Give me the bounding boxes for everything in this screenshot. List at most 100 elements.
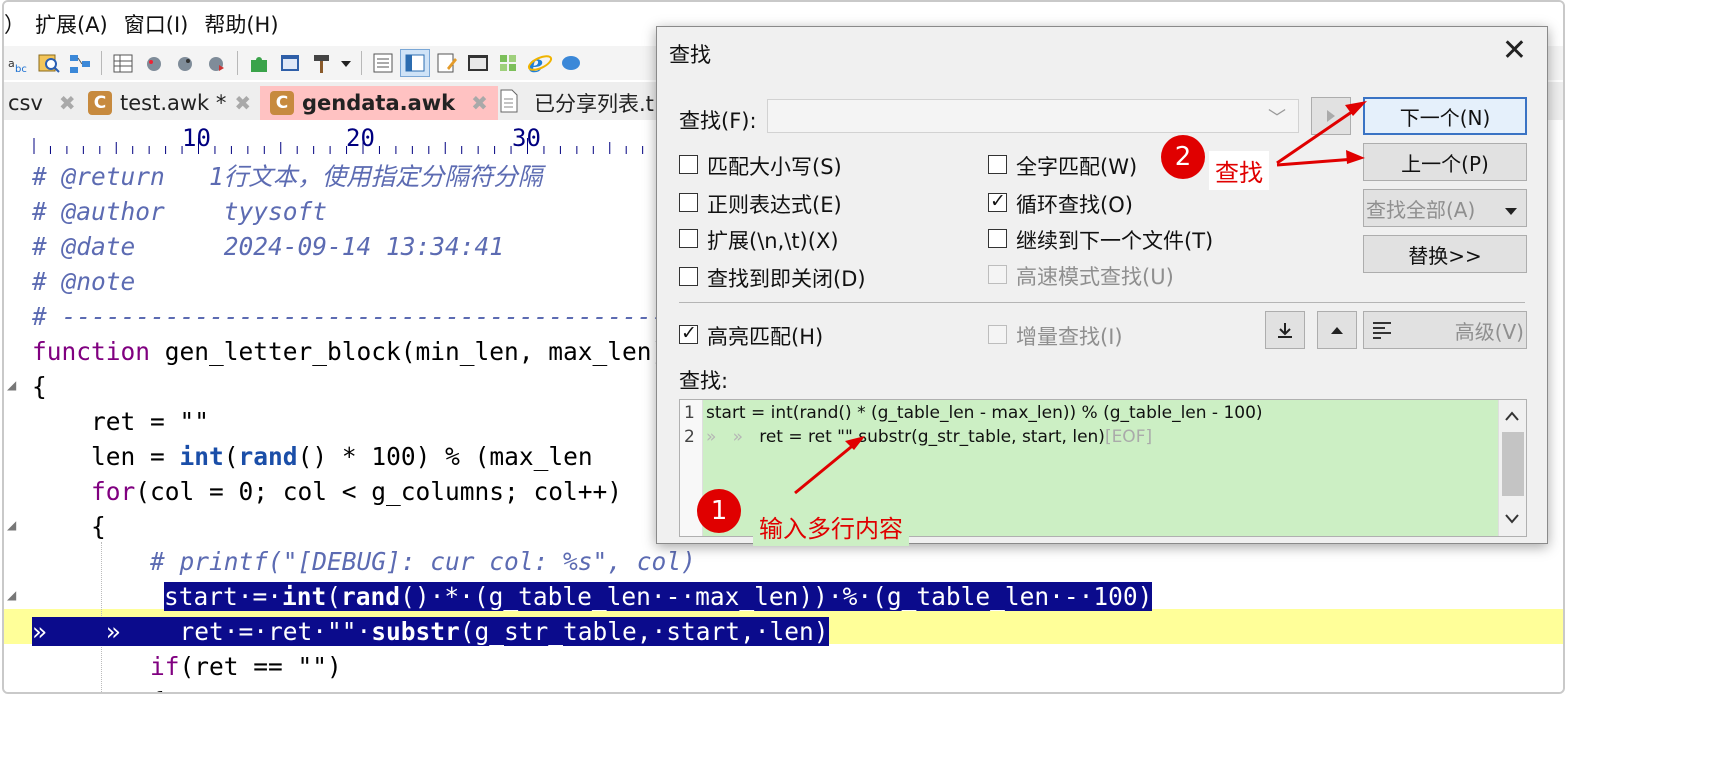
match-case-label: 匹配大小写(S) bbox=[707, 155, 842, 179]
annotation-note-2: 查找 bbox=[1209, 151, 1269, 190]
editor-window: ） 扩展(A) 窗口(I) 帮助(H) a bc e csv ✖ C test.… bbox=[2, 0, 1565, 694]
tree-icon[interactable] bbox=[66, 50, 94, 76]
bug-icon[interactable] bbox=[140, 50, 168, 76]
wrap-checkbox[interactable] bbox=[988, 190, 1007, 212]
close-icon[interactable]: ✕ bbox=[1502, 33, 1527, 68]
abc-icon[interactable]: a bc bbox=[4, 50, 32, 76]
whole-word-label: 全字匹配(W) bbox=[1016, 155, 1138, 179]
puzzle-icon[interactable] bbox=[245, 50, 273, 76]
close-icon[interactable]: ✖ bbox=[59, 91, 76, 115]
code-line-selected: » » ret·=·ret·""·substr(g_str_table,·sta… bbox=[4, 614, 1563, 649]
selection: » » ret·=·ret·""·substr(g_str_table,·sta… bbox=[32, 617, 829, 646]
find-dialog: 查找 ✕ 查找(F): ﹀ 下一个(N) 上一个(P) 查找全部(A) 替换>>… bbox=[656, 26, 1548, 546]
c-file-icon: C bbox=[270, 91, 294, 115]
svg-text:a: a bbox=[8, 57, 15, 70]
tab-gendata-awk[interactable]: C gendata.awk ✖ bbox=[260, 86, 498, 120]
wrap-label: 循环查找(O) bbox=[1016, 193, 1133, 217]
tab-shared-list[interactable]: 已分享列表.t bbox=[500, 86, 654, 120]
chevron-up-icon[interactable] bbox=[1505, 406, 1519, 425]
chevron-down-icon[interactable] bbox=[1504, 199, 1518, 223]
line-number: 1 bbox=[684, 403, 695, 423]
menu-item-window[interactable]: 窗口(I) bbox=[124, 9, 189, 39]
chevron-down-icon[interactable]: ﹀ bbox=[1268, 104, 1286, 130]
menu-item-prev[interactable]: ） bbox=[4, 9, 25, 39]
multiline-label: 查找: bbox=[679, 369, 729, 393]
align-icon bbox=[1372, 320, 1394, 345]
tab-label: 已分享列表.t bbox=[534, 92, 654, 116]
find-label: 查找(F): bbox=[679, 109, 757, 133]
close-on-find-checkbox[interactable] bbox=[679, 267, 698, 286]
highlight-checkbox[interactable] bbox=[679, 322, 698, 344]
find-file-icon[interactable] bbox=[35, 50, 63, 76]
next-file-checkbox[interactable] bbox=[988, 229, 1007, 248]
c-file-icon: C bbox=[88, 91, 112, 115]
close-on-find-label: 查找到即关闭(D) bbox=[707, 267, 866, 291]
menu-item-help[interactable]: 帮助(H) bbox=[204, 9, 278, 39]
bug-run-icon[interactable] bbox=[202, 50, 230, 76]
advanced-button[interactable]: 高级(V) bbox=[1363, 311, 1527, 349]
vertical-scrollbar[interactable] bbox=[1498, 400, 1526, 536]
ruler-ticks bbox=[33, 138, 660, 154]
ruler-label-10: 10 bbox=[182, 124, 211, 152]
console-icon[interactable] bbox=[464, 50, 492, 76]
fast-mode-checkbox[interactable] bbox=[988, 265, 1007, 284]
menu-item-extensions[interactable]: 扩展(A) bbox=[35, 9, 108, 39]
scrollbar-thumb[interactable] bbox=[1502, 432, 1524, 496]
annotation-note-1: 输入多行内容 bbox=[753, 507, 909, 546]
replace-toggle-button[interactable]: 替换>> bbox=[1363, 235, 1527, 273]
tab-csv[interactable]: csv ✖ bbox=[8, 86, 76, 120]
dropdown-arrow-icon[interactable] bbox=[338, 50, 354, 76]
svg-text:bc: bc bbox=[15, 64, 27, 74]
download-icon[interactable] bbox=[1265, 311, 1305, 349]
highlight-label: 高亮匹配(H) bbox=[707, 325, 824, 349]
tab-label: gendata.awk bbox=[302, 91, 456, 115]
divider bbox=[679, 302, 1525, 303]
hammer-icon[interactable] bbox=[307, 50, 335, 76]
document-icon bbox=[500, 89, 518, 118]
chat-icon[interactable] bbox=[557, 50, 585, 76]
annotation-badge-2: 2 bbox=[1161, 135, 1205, 179]
regex-label: 正则表达式(E) bbox=[707, 193, 842, 217]
find-all-button[interactable]: 查找全部(A) bbox=[1363, 189, 1527, 227]
window-icon[interactable] bbox=[276, 50, 304, 76]
find-next-button[interactable]: 下一个(N) bbox=[1363, 97, 1527, 135]
ruler-label-20: 20 bbox=[346, 124, 375, 152]
grid-green-icon[interactable] bbox=[495, 50, 523, 76]
find-prev-button[interactable]: 上一个(P) bbox=[1363, 143, 1527, 181]
bug-step-icon[interactable] bbox=[171, 50, 199, 76]
tab-label: test.awk * bbox=[120, 91, 227, 115]
dialog-title: 查找 bbox=[669, 43, 711, 67]
incremental-label: 增量查找(I) bbox=[1016, 325, 1123, 349]
whole-word-checkbox[interactable] bbox=[988, 155, 1007, 174]
regex-checkbox[interactable] bbox=[679, 193, 698, 212]
annotation-badge-1: 1 bbox=[697, 489, 741, 533]
grid-icon[interactable] bbox=[109, 50, 137, 76]
find-history-button[interactable] bbox=[1311, 97, 1351, 135]
fast-mode-label: 高速模式查找(U) bbox=[1016, 265, 1174, 289]
incremental-checkbox[interactable] bbox=[988, 325, 1007, 344]
tab-label: csv bbox=[8, 91, 43, 115]
collapse-up-icon[interactable] bbox=[1317, 311, 1357, 349]
list-icon[interactable] bbox=[369, 50, 397, 76]
close-icon[interactable]: ✖ bbox=[234, 91, 251, 115]
find-input[interactable]: ﹀ bbox=[767, 99, 1299, 133]
code-line: # printf("[DEBUG]: cur col: %s", col) bbox=[32, 547, 696, 576]
toolbar-separator bbox=[237, 51, 238, 75]
ruler-label-30: 30 bbox=[512, 124, 541, 152]
multiline-text-line: » » ret = ret "" substr(g_str_table, sta… bbox=[706, 427, 1153, 447]
selection: start·=·int(rand()·*·(g_table_len·-·max_… bbox=[164, 582, 1153, 611]
code-line-selected: start·=·int(rand()·*·(g_table_len·-·max_… bbox=[4, 579, 1563, 614]
close-icon[interactable]: ✖ bbox=[471, 91, 488, 115]
panel-icon[interactable] bbox=[400, 49, 430, 77]
edit-icon[interactable] bbox=[433, 50, 461, 76]
tab-test-awk[interactable]: C test.awk * ✖ bbox=[88, 86, 251, 120]
chevron-down-icon[interactable] bbox=[1505, 509, 1519, 528]
code-line: if(ret == "") bbox=[150, 652, 342, 681]
toolbar-separator bbox=[101, 51, 102, 75]
ie-icon[interactable]: e bbox=[526, 50, 554, 76]
match-case-checkbox[interactable] bbox=[679, 155, 698, 174]
extended-checkbox[interactable] bbox=[679, 229, 698, 248]
extended-label: 扩展(\n,\t)(X) bbox=[707, 229, 839, 253]
toolbar-separator bbox=[361, 51, 362, 75]
multiline-text-line: start = int(rand() * (g_table_len - max_… bbox=[706, 403, 1263, 423]
